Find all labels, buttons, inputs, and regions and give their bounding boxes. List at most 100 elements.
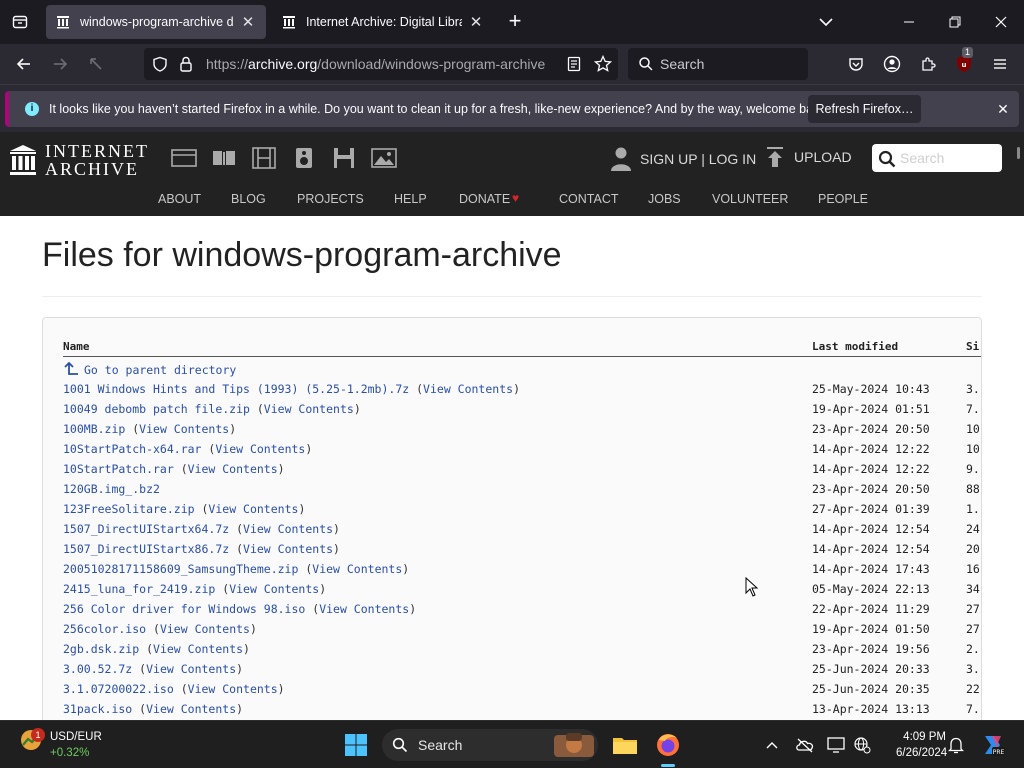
- notifications-button[interactable]: [946, 735, 966, 755]
- audio-icon[interactable]: [284, 146, 324, 170]
- refresh-firefox-button[interactable]: Refresh Firefox…: [808, 95, 921, 123]
- taskbar-search[interactable]: Search: [382, 729, 598, 761]
- file-link[interactable]: 2gb.dsk.zip: [63, 642, 139, 656]
- view-contents-link[interactable]: View Contents: [312, 562, 402, 576]
- view-contents-link[interactable]: View Contents: [243, 542, 333, 556]
- account-button[interactable]: [878, 50, 906, 78]
- reader-view-icon[interactable]: [566, 56, 582, 72]
- file-link[interactable]: 10049 debomb patch file.zip: [63, 402, 250, 416]
- forward-button[interactable]: [46, 50, 74, 78]
- web-icon[interactable]: [164, 146, 204, 170]
- archive-search-input[interactable]: Search: [872, 144, 1002, 172]
- view-contents-link[interactable]: View Contents: [243, 522, 333, 536]
- file-link[interactable]: 256 Color driver for Windows 98.iso: [63, 602, 305, 616]
- view-contents-link[interactable]: View Contents: [215, 442, 305, 456]
- firefox-taskbar-button[interactable]: [654, 731, 682, 759]
- view-contents-link[interactable]: View Contents: [423, 382, 513, 396]
- file-link[interactable]: 10StartPatch.rar: [63, 462, 174, 476]
- new-tab-button[interactable]: +: [503, 10, 527, 34]
- display-button[interactable]: [826, 735, 846, 755]
- view-contents-link[interactable]: View Contents: [208, 502, 298, 516]
- bookmark-star-icon[interactable]: [594, 55, 612, 73]
- copilot-button[interactable]: PRE: [980, 733, 1006, 757]
- back-button[interactable]: [10, 50, 38, 78]
- list-all-tabs-icon[interactable]: [814, 12, 838, 32]
- paren: ): [402, 562, 410, 576]
- search-bar[interactable]: Search: [628, 48, 808, 80]
- size-cell: 3.: [966, 662, 980, 676]
- view-contents-link[interactable]: View Contents: [160, 622, 250, 636]
- nav-blog[interactable]: BLOG: [231, 192, 266, 206]
- archive-logo[interactable]: INTERNET ARCHIVE: [9, 142, 149, 178]
- nav-projects[interactable]: PROJECTS: [297, 192, 364, 206]
- file-link[interactable]: 20051028171158609_SamsungTheme.zip: [63, 562, 298, 576]
- url-host: archive.org: [248, 56, 318, 72]
- bell-icon: [948, 737, 964, 754]
- software-icon[interactable]: [324, 146, 364, 170]
- url-bar[interactable]: https://archive.org/download/windows-pro…: [144, 48, 618, 80]
- url-text[interactable]: https://archive.org/download/windows-pro…: [206, 56, 545, 72]
- notification-close-icon[interactable]: ✕: [993, 99, 1013, 119]
- network-button[interactable]: [852, 735, 872, 755]
- view-contents-link[interactable]: View Contents: [188, 682, 278, 696]
- view-contents-link[interactable]: View Contents: [146, 662, 236, 676]
- app-menu-button[interactable]: [986, 50, 1014, 78]
- signup-login-link[interactable]: SIGN UP | LOG IN: [610, 146, 756, 172]
- file-link[interactable]: 2415_luna_for_2419.zip: [63, 582, 215, 596]
- tab-internet-archive[interactable]: Internet Archive: Digital Library of Fre…: [272, 5, 494, 39]
- file-link[interactable]: 10StartPatch-x64.rar: [63, 442, 201, 456]
- file-link[interactable]: 120GB.img_.bz2: [63, 482, 160, 496]
- file-link[interactable]: 1507_DirectUIStartx64.7z: [63, 522, 229, 536]
- view-contents-link[interactable]: View Contents: [188, 462, 278, 476]
- file-link[interactable]: 31pack.iso: [63, 702, 132, 716]
- nav-about[interactable]: ABOUT: [158, 192, 201, 206]
- show-hidden-icons-button[interactable]: [762, 735, 782, 755]
- column-header-last-modified[interactable]: Last modified: [812, 340, 898, 353]
- scrollbar-thumb[interactable]: [1017, 147, 1020, 159]
- file-link[interactable]: 256color.iso: [63, 622, 146, 636]
- system-clock[interactable]: 4:09 PM 6/26/2024: [896, 729, 947, 761]
- reload-button[interactable]: [82, 50, 110, 78]
- firefox-view-button[interactable]: [6, 8, 34, 36]
- nav-jobs[interactable]: JOBS: [648, 192, 681, 206]
- tracking-shield-icon[interactable]: [152, 56, 168, 72]
- texts-icon[interactable]: [204, 146, 244, 170]
- file-link[interactable]: 1507_DirectUIStartx86.7z: [63, 542, 229, 556]
- file-link[interactable]: 1001 Windows Hints and Tips (1993) (5.25…: [63, 382, 409, 396]
- column-header-size[interactable]: Si: [966, 340, 979, 353]
- nav-contact[interactable]: CONTACT: [559, 192, 619, 206]
- nav-donate[interactable]: DONATE: [459, 192, 510, 206]
- onedrive-button[interactable]: [795, 735, 815, 755]
- view-contents-link[interactable]: View Contents: [264, 402, 354, 416]
- nav-help[interactable]: HELP: [394, 192, 427, 206]
- minimize-button[interactable]: [886, 0, 932, 44]
- windows-start-icon[interactable]: [344, 733, 368, 757]
- file-link[interactable]: 3.00.52.7z: [63, 662, 132, 676]
- parent-directory-link[interactable]: Go to parent directory: [63, 361, 236, 377]
- file-link[interactable]: 3.1.07200022.iso: [63, 682, 174, 696]
- file-link[interactable]: 100MB.zip: [63, 422, 125, 436]
- tab-close-icon[interactable]: ✕: [240, 13, 256, 31]
- view-contents-link[interactable]: View Contents: [146, 702, 236, 716]
- nav-people[interactable]: PEOPLE: [818, 192, 868, 206]
- restore-button[interactable]: [932, 0, 978, 44]
- file-link[interactable]: 123FreeSolitare.zip: [63, 502, 195, 516]
- upload-link[interactable]: UPLOAD: [766, 146, 852, 168]
- lock-icon[interactable]: [178, 55, 194, 73]
- view-contents-link[interactable]: View Contents: [139, 422, 229, 436]
- images-icon[interactable]: [364, 146, 404, 170]
- file-explorer-button[interactable]: [611, 731, 639, 759]
- close-window-button[interactable]: [978, 0, 1024, 44]
- column-header-name[interactable]: Name: [63, 340, 90, 353]
- extensions-button[interactable]: [914, 50, 942, 78]
- view-contents-link[interactable]: View Contents: [153, 642, 243, 656]
- pocket-button[interactable]: [842, 50, 870, 78]
- video-icon[interactable]: [244, 146, 284, 170]
- view-contents-link[interactable]: View Contents: [229, 582, 319, 596]
- widget-text[interactable]: USD/EUR +0.32%: [50, 729, 102, 761]
- tab-directory-listing[interactable]: windows-program-archive directory listin…: [46, 5, 266, 39]
- ublock-button[interactable]: u 1: [950, 47, 978, 78]
- view-contents-link[interactable]: View Contents: [319, 602, 409, 616]
- tab-close-icon[interactable]: ✕: [468, 13, 484, 31]
- nav-volunteer[interactable]: VOLUNTEER: [712, 192, 788, 206]
